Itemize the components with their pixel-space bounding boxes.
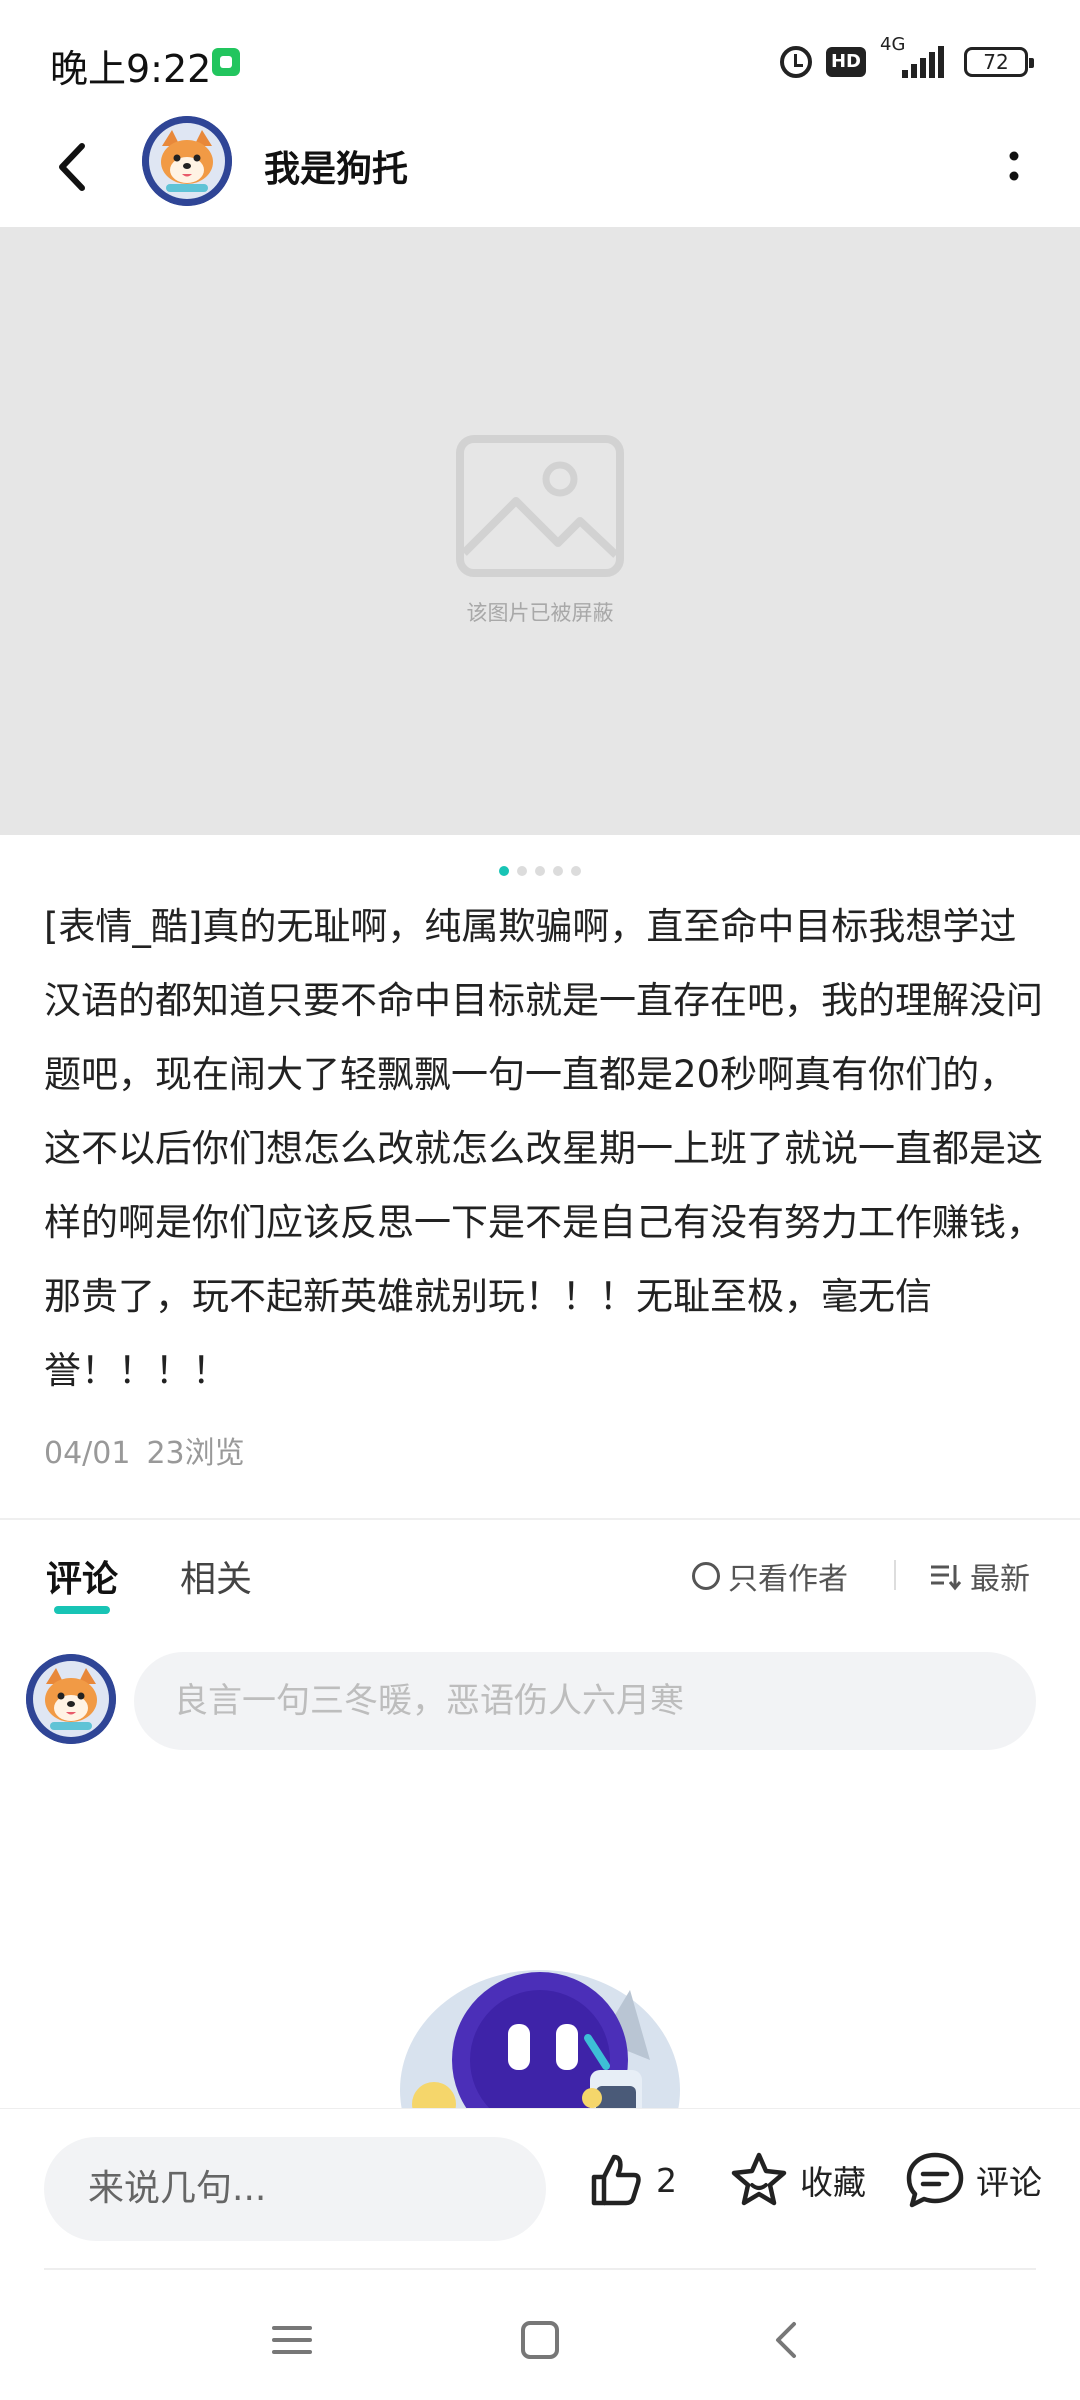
post-content: [表情_酷]真的无耻啊，纯属欺骗啊，直至命中目标我想学过汉语的都知道只要不命中目…	[44, 905, 1043, 1392]
recent-apps-button[interactable]	[262, 2310, 322, 2370]
system-back-button[interactable]	[758, 2310, 818, 2370]
post-image-carousel[interactable]: 该图片已被屏蔽	[0, 227, 1080, 835]
quick-comment-input[interactable]: 来说几句...	[44, 2137, 546, 2241]
sort-latest-button[interactable]: 最新	[928, 1554, 1030, 1598]
comment-compose-row	[0, 1652, 1080, 1762]
bottom-action-bar: 来说几句... 2 收藏 评论	[0, 2108, 1080, 2271]
only-author-toggle[interactable]: 只看作者	[692, 1554, 848, 1598]
status-time: 晚上9:22	[50, 47, 212, 91]
signal-icon: 4G	[880, 34, 950, 84]
sort-latest-label: 最新	[970, 1562, 1030, 1597]
post-views: 23浏览	[146, 1436, 245, 1471]
more-options-button[interactable]	[984, 136, 1044, 196]
battery-icon: 72	[964, 47, 1034, 77]
comment-label: 评论	[976, 2163, 1042, 2202]
post-detail-page: 晚上9:22 HD 4G 72 我是狗托 该图片已被屏蔽 [表情_酷]真的无耻啊…	[0, 0, 1080, 2400]
section-divider	[0, 1518, 1080, 1520]
post-date: 04/01	[44, 1436, 131, 1471]
tab-related[interactable]: 相关	[180, 1550, 252, 1602]
menu-icon	[272, 2326, 312, 2354]
favorite-label: 收藏	[800, 2163, 866, 2202]
post-meta: 04/01 23浏览	[44, 1428, 245, 1472]
comment-icon	[906, 2152, 964, 2208]
carousel-dot	[535, 866, 545, 876]
empty-state-mascot	[360, 1890, 720, 2110]
home-button[interactable]	[510, 2310, 570, 2370]
comment-tabs: 评论 相关 只看作者 最新	[0, 1550, 1080, 1620]
hd-badge: HD	[825, 47, 866, 77]
status-bar: 晚上9:22 HD 4G 72	[0, 0, 1080, 120]
comment-input[interactable]	[134, 1652, 1036, 1750]
bottom-divider	[44, 2268, 1036, 2270]
home-icon	[521, 2321, 559, 2359]
author-name[interactable]: 我是狗托	[264, 140, 408, 192]
author-avatar[interactable]	[142, 116, 232, 206]
only-author-label: 只看作者	[728, 1562, 848, 1597]
image-placeholder-icon	[456, 435, 624, 577]
star-icon	[731, 2152, 787, 2206]
image-blocked-text: 该图片已被屏蔽	[466, 601, 614, 625]
like-icon	[591, 2154, 641, 2206]
carousel-dot-active	[499, 866, 509, 876]
nav-back-icon	[776, 2322, 796, 2358]
favorite-button[interactable]: 收藏	[728, 2149, 866, 2211]
like-count: 2	[656, 2160, 677, 2200]
tab-comments[interactable]: 评论	[46, 1550, 118, 1614]
back-icon	[59, 143, 85, 191]
back-button[interactable]	[40, 132, 110, 202]
carousel-indicator	[0, 866, 1080, 876]
carousel-dot	[571, 866, 581, 876]
status-icons: HD 4G 72	[779, 34, 1034, 84]
alarm-icon	[779, 46, 812, 78]
comment-button[interactable]: 评论	[904, 2149, 1042, 2211]
more-icon	[1009, 151, 1019, 181]
sort-icon	[931, 1565, 962, 1591]
user-avatar[interactable]	[26, 1654, 116, 1744]
filter-separator	[894, 1560, 896, 1590]
post-header: 我是狗托	[0, 110, 1080, 226]
carousel-dot	[553, 866, 563, 876]
radio-circle-icon	[692, 1562, 720, 1590]
like-button[interactable]: 2	[584, 2149, 677, 2211]
carousel-dot	[517, 866, 527, 876]
app-notification-icon	[212, 48, 240, 76]
system-nav-bar	[0, 2280, 1080, 2400]
